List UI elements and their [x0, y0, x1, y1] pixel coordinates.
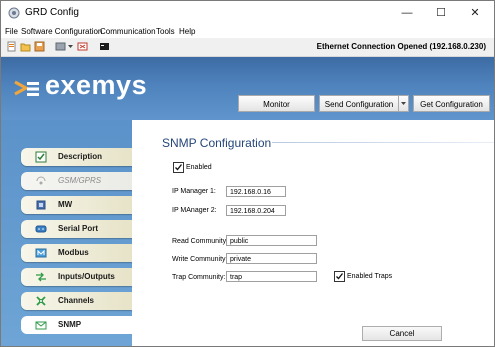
menu-file[interactable]: File — [5, 27, 18, 36]
app-icon — [8, 7, 20, 19]
enabled-traps-label: Enabled Traps — [347, 273, 393, 280]
checkmark-icon — [336, 273, 344, 280]
write-community-field[interactable]: private — [226, 253, 317, 264]
connect-icon[interactable] — [55, 41, 66, 52]
snmp-icon — [35, 321, 47, 330]
sidebar-item-channels[interactable]: Channels — [21, 292, 132, 310]
ip-manager-1-label: IP Manager 1: — [172, 188, 216, 195]
sidebar-item-gsm-gprs: GSM/GPRS — [21, 172, 132, 190]
close-button[interactable]: ✕ — [458, 1, 492, 25]
ip-manager-2-field[interactable]: 192.168.0.204 — [226, 205, 286, 216]
title-bar: GRD Config — ☐ ✕ — [1, 1, 494, 25]
gsm-icon — [36, 176, 46, 185]
sidebar-item-label: SNMP — [58, 320, 82, 329]
chevron-down-icon — [401, 102, 406, 105]
connection-status: Ethernet Connection Opened (192.168.0.23… — [316, 42, 486, 51]
sidebar-item-description[interactable]: Description — [21, 148, 132, 166]
minimize-button[interactable]: — — [390, 1, 424, 25]
menu-help[interactable]: Help — [179, 27, 195, 36]
save-icon[interactable] — [34, 41, 45, 52]
snmp-configuration-panel: SNMP Configuration Enabled IP Manager 1:… — [132, 120, 494, 346]
read-community-label: Read Community: — [172, 238, 229, 245]
enabled-label: Enabled — [186, 164, 212, 171]
menu-software-configuration[interactable]: Software Configuration — [21, 27, 102, 36]
sidebar-item-label: Inputs/Outputs — [58, 272, 115, 281]
window-title: GRD Config — [25, 7, 79, 18]
get-configuration-button[interactable]: Get Configuration — [413, 95, 490, 112]
disconnect-icon[interactable] — [77, 41, 88, 52]
write-community-label: Write Community: — [172, 256, 228, 263]
ip-manager-1-field[interactable]: 192.168.0.16 — [226, 186, 286, 197]
io-icon — [36, 272, 46, 282]
sidebar-item-serial-port[interactable]: Serial Port — [21, 220, 132, 238]
menu-tools[interactable]: Tools — [156, 27, 175, 36]
dropdown-icon[interactable] — [67, 41, 74, 52]
app-window: GRD Config — ☐ ✕ File Software Configura… — [0, 0, 495, 347]
sidebar-item-label: Modbus — [58, 248, 89, 257]
channels-icon — [36, 296, 46, 306]
enabled-checkbox[interactable] — [173, 162, 184, 173]
trap-community-label: Trap Community: — [172, 274, 226, 281]
sidebar-item-label: GSM/GPRS — [58, 176, 102, 185]
sidebar-item-label: Serial Port — [58, 224, 99, 233]
serial-port-icon — [35, 225, 47, 233]
menu-communication[interactable]: Communication — [100, 27, 156, 36]
trap-community-field[interactable]: trap — [226, 271, 317, 282]
modbus-icon — [35, 248, 47, 258]
sidebar-item-mw[interactable]: MW — [21, 196, 132, 214]
sidebar-item-snmp[interactable]: SNMP — [21, 316, 132, 334]
menu-bar: File Software Configuration Communicatio… — [1, 25, 494, 38]
sidebar-item-inputs-outputs[interactable]: Inputs/Outputs — [21, 268, 132, 286]
cancel-button[interactable]: Cancel — [362, 326, 442, 341]
sidebar-item-label: Description — [58, 152, 103, 161]
sidebar-item-label: Channels — [58, 296, 95, 305]
checkmark-icon — [175, 164, 183, 171]
send-configuration-dropdown[interactable] — [398, 95, 409, 112]
terminal-icon[interactable] — [99, 41, 110, 52]
monitor-button[interactable]: Monitor — [238, 95, 315, 112]
page-title: SNMP Configuration — [162, 136, 272, 150]
exemys-logo-icon — [14, 80, 39, 96]
description-icon — [35, 151, 47, 163]
new-file-icon[interactable] — [6, 41, 17, 52]
maximize-button[interactable]: ☐ — [424, 1, 458, 25]
toolbar: Ethernet Connection Opened (192.168.0.23… — [1, 38, 494, 57]
send-configuration-button[interactable]: Send Configuration — [319, 95, 399, 112]
read-community-field[interactable]: public — [226, 235, 317, 246]
sidebar-item-modbus[interactable]: Modbus — [21, 244, 132, 262]
title-divider — [272, 142, 494, 143]
enabled-traps-checkbox[interactable] — [334, 271, 345, 282]
ip-manager-2-label: IP MAnager 2: — [172, 207, 217, 214]
sidebar: Description GSM/GPRS MW Serial Port Modb… — [1, 120, 132, 346]
open-folder-icon[interactable] — [20, 41, 31, 52]
sidebar-item-label: MW — [58, 200, 73, 209]
header-banner: exemys Monitor Send Configuration Get Co… — [1, 57, 494, 120]
mw-icon — [36, 200, 46, 210]
brand-logo-text: exemys — [45, 70, 148, 100]
